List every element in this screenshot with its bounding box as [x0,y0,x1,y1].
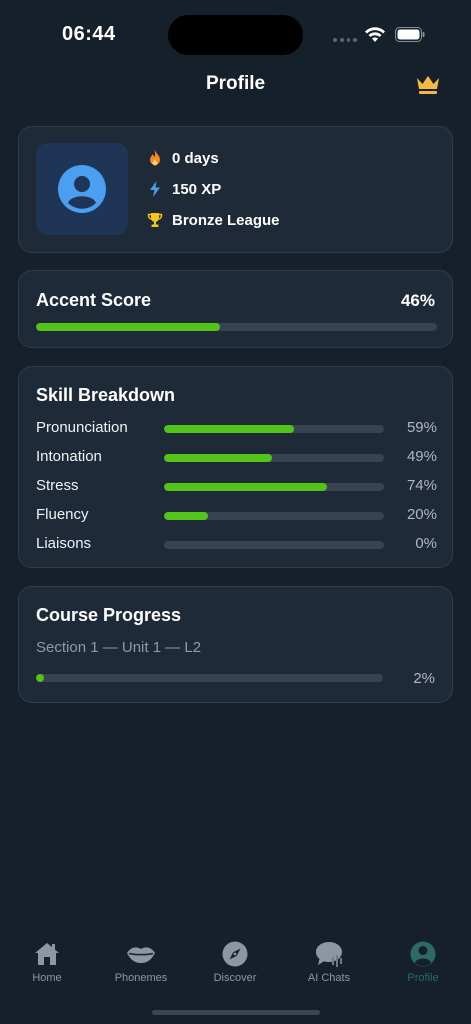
status-time: 06:44 [62,23,116,45]
skill-row-liaisons: Liaisons 0% [36,535,437,555]
course-progress-value: 2% [413,670,435,687]
skill-percent: 20% [406,506,437,523]
compass-icon [222,941,248,967]
accent-score-progress-track [36,323,437,331]
xp-stat: 150 XP [147,180,221,198]
skill-percent: 59% [406,419,437,436]
chat-icon [316,942,342,967]
tab-ai-chats[interactable]: AI Chats [282,932,376,984]
course-position: Section 1 — Unit 1 — L2 [36,639,202,656]
signal-icon [333,38,357,42]
lips-icon [127,947,155,963]
page-title: Profile [205,73,266,94]
dynamic-island [168,15,303,55]
skill-label: Stress [36,477,79,494]
skill-progress-track [164,512,384,520]
tab-phonemes[interactable]: Phonemes [94,932,188,984]
home-icon [35,943,59,965]
battery-icon [395,27,425,42]
skill-label: Liaisons [36,535,92,552]
tab-discover[interactable]: Discover [188,932,282,984]
streak-value: 0 days [172,149,219,167]
wifi-icon [365,27,385,42]
accent-score-card[interactable]: Accent Score 46% [18,270,453,348]
course-progress-card[interactable]: Course Progress Section 1 — Unit 1 — L2 … [18,586,453,703]
skill-percent: 49% [406,448,437,465]
tab-ai-chats-label: AI Chats [307,972,351,984]
skill-progress-track [164,425,384,433]
league-stat: Bronze League [147,211,280,229]
skill-progress-fill [164,483,327,491]
tab-home-label: Home [32,972,62,984]
profile-summary-card: 0 days 150 XP Bronze League [18,126,453,253]
course-progress-track [36,674,383,682]
fire-icon [150,150,160,166]
tab-profile[interactable]: Profile [376,932,470,984]
accent-score-value: 46% [400,291,435,310]
skill-label: Fluency [36,506,89,523]
profile-screen: 06:44 Profile 0 days 150 XP Bronze Leagu… [0,0,471,1024]
skill-row-pronunciation: Pronunciation 59% [36,419,437,439]
crown-icon[interactable] [415,73,441,95]
user-avatar-icon [58,165,106,213]
course-progress-fill [36,674,44,682]
league-value: Bronze League [172,211,280,229]
skill-percent: 74% [406,477,437,494]
lightning-icon [150,181,160,197]
tab-home[interactable]: Home [0,932,94,984]
trophy-icon [147,213,163,227]
course-progress-title: Course Progress [36,605,182,625]
skill-progress-track [164,541,384,549]
skill-progress-fill [164,454,272,462]
skill-breakdown-title: Skill Breakdown [36,385,176,405]
avatar[interactable] [36,143,128,235]
tab-phonemes-label: Phonemes [114,972,168,984]
xp-value: 150 XP [172,180,222,198]
home-indicator[interactable] [152,1010,320,1015]
skill-label: Intonation [36,448,102,465]
skill-progress-track [164,454,384,462]
skill-percent: 0% [415,535,437,552]
skill-label: Pronunciation [36,419,128,436]
tab-discover-label: Discover [213,972,257,984]
streak-stat: 0 days [147,149,219,167]
skill-row-stress: Stress 74% [36,477,437,497]
skill-row-intonation: Intonation 49% [36,448,437,468]
accent-score-progress-fill [36,323,221,331]
skill-progress-fill [164,425,294,433]
skill-row-fluency: Fluency 20% [36,506,437,526]
tab-profile-label: Profile [407,972,439,984]
accent-score-title: Accent Score [36,290,152,310]
profile-icon [410,941,436,967]
tab-bar: Home Phonemes Discover AI Chats Profile [0,932,471,992]
skill-progress-fill [164,512,208,520]
skill-progress-track [164,483,384,491]
skill-breakdown-card: Skill Breakdown Pronunciation 59% Intonati… [18,366,453,568]
